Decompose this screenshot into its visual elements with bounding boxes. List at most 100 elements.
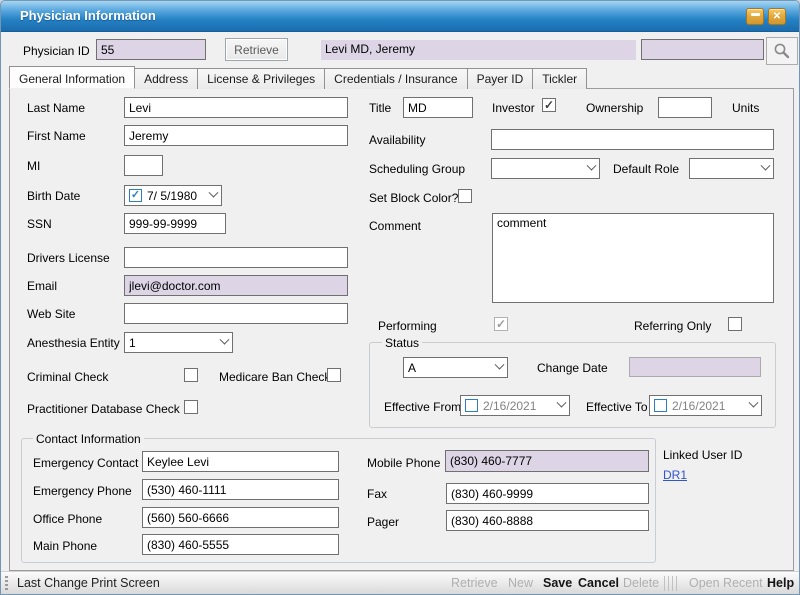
office-phone-input[interactable] [142,507,339,528]
physician-information-window: Physician Information ✕ Physician ID Ret… [0,0,800,595]
criminal-check-checkbox[interactable] [184,368,198,382]
medicare-ban-check-label: Medicare Ban Check [219,370,330,384]
physician-id-input[interactable] [96,39,206,60]
emergency-phone-input[interactable] [142,479,339,500]
email-input[interactable] [124,275,348,296]
search-button[interactable] [766,37,798,65]
effective-to-checkbox[interactable] [654,399,667,412]
first-name-input[interactable] [124,125,348,146]
birth-date-picker[interactable]: ✓ 7/ 5/1980 [124,185,222,206]
physician-id-label: Physician ID [23,44,90,58]
first-name-label: First Name [27,129,86,143]
criminal-check-label: Criminal Check [27,370,108,384]
scheduling-group-select[interactable] [491,158,600,179]
units-label: Units [732,101,759,115]
change-date-input[interactable] [629,357,761,377]
titlebar[interactable]: Physician Information ✕ [1,1,799,32]
status-group-label: Status [382,336,422,350]
open-recent-menu-item[interactable]: Open Recent [689,576,763,590]
anesthesia-entity-value: 1 [129,336,136,350]
last-change-menu-item[interactable]: Last Change [17,576,88,590]
investor-checkbox[interactable]: ✓ [542,98,556,112]
print-screen-menu-item[interactable]: Print Screen [91,576,160,590]
delete-menu-item[interactable]: Delete [623,576,659,590]
performing-label: Performing [378,319,437,333]
fax-input[interactable] [446,483,649,504]
minimize-icon [751,13,760,16]
ownership-input[interactable] [658,97,712,118]
last-name-input[interactable] [124,97,348,118]
tab-general-information[interactable]: General Information [9,66,135,89]
tab-license-privileges[interactable]: License & Privileges [197,68,325,89]
save-menu-item[interactable]: Save [543,576,572,590]
tab-address[interactable]: Address [134,68,198,89]
search-icon [773,42,791,60]
comment-textarea[interactable]: comment [492,213,774,303]
tab-credentials-insurance[interactable]: Credentials / Insurance [324,68,467,89]
linked-user-id-label: Linked User ID [663,448,742,462]
effective-to-value: 2/16/2021 [672,399,725,413]
tab-strip: General Information Address License & Pr… [9,66,586,89]
drivers-license-input[interactable] [124,247,348,268]
anesthesia-entity-select[interactable]: 1 [124,332,233,353]
set-block-color-label: Set Block Color? [369,191,458,205]
emergency-contact-input[interactable] [142,451,339,472]
status-select[interactable]: A [403,357,508,378]
chevron-down-icon[interactable] [495,360,505,370]
minimize-button[interactable] [746,8,764,25]
chevron-down-icon[interactable] [557,398,567,408]
drivers-license-label: Drivers License [27,251,110,265]
tab-tickler[interactable]: Tickler [532,68,587,89]
main-phone-input[interactable] [142,534,339,555]
cancel-menu-item[interactable]: Cancel [578,576,619,590]
effective-from-label: Effective From [384,400,461,414]
search-input[interactable] [641,39,764,60]
chevron-down-icon[interactable] [220,335,230,345]
set-block-color-checkbox[interactable] [458,189,472,203]
mi-input[interactable] [124,155,163,176]
chevron-down-icon[interactable] [761,161,771,171]
practitioner-database-check-checkbox[interactable] [184,400,198,414]
availability-input[interactable] [491,129,774,150]
chevron-down-icon[interactable] [209,188,219,198]
mi-label: MI [27,159,40,173]
referring-only-label: Referring Only [634,319,711,333]
default-role-label: Default Role [613,162,679,176]
title-input[interactable] [403,97,473,118]
ssn-input[interactable] [124,213,226,234]
close-button[interactable]: ✕ [768,8,786,25]
performing-checkbox[interactable]: ✓ [494,317,508,331]
help-menu-item[interactable]: Help [767,576,794,590]
practitioner-database-check-label: Practitioner Database Check [27,402,180,416]
mobile-phone-input[interactable] [445,450,649,472]
pager-input[interactable] [446,510,649,531]
effective-from-picker[interactable]: 2/16/2021 [460,395,570,416]
emergency-phone-label: Emergency Phone [33,484,132,498]
scheduling-group-label: Scheduling Group [369,162,465,176]
birth-date-label: Birth Date [27,189,80,203]
bottom-toolbar: Last Change Print Screen Retrieve New Sa… [1,571,799,594]
medicare-ban-check-checkbox[interactable] [327,368,341,382]
linked-user-id-link[interactable]: DR1 [663,468,687,482]
referring-only-checkbox[interactable] [728,317,742,331]
retrieve-button[interactable]: Retrieve [225,38,288,61]
anesthesia-entity-label: Anesthesia Entity [27,336,120,350]
status-value: A [408,361,416,375]
office-phone-label: Office Phone [33,512,102,526]
main-phone-label: Main Phone [33,539,97,553]
title-label: Title [369,101,391,115]
ssn-label: SSN [27,217,52,231]
web-site-input[interactable] [124,303,348,324]
fax-label: Fax [367,487,387,501]
effective-from-checkbox[interactable] [465,399,478,412]
birth-date-checkbox[interactable]: ✓ [129,189,142,202]
pager-label: Pager [367,515,399,529]
retrieve-menu-item[interactable]: Retrieve [451,576,498,590]
new-menu-item[interactable]: New [508,576,533,590]
last-name-label: Last Name [27,101,85,115]
chevron-down-icon[interactable] [749,398,759,408]
default-role-select[interactable] [689,158,774,179]
tab-payer-id[interactable]: Payer ID [467,68,534,89]
effective-to-picker[interactable]: 2/16/2021 [649,395,762,416]
chevron-down-icon[interactable] [587,161,597,171]
